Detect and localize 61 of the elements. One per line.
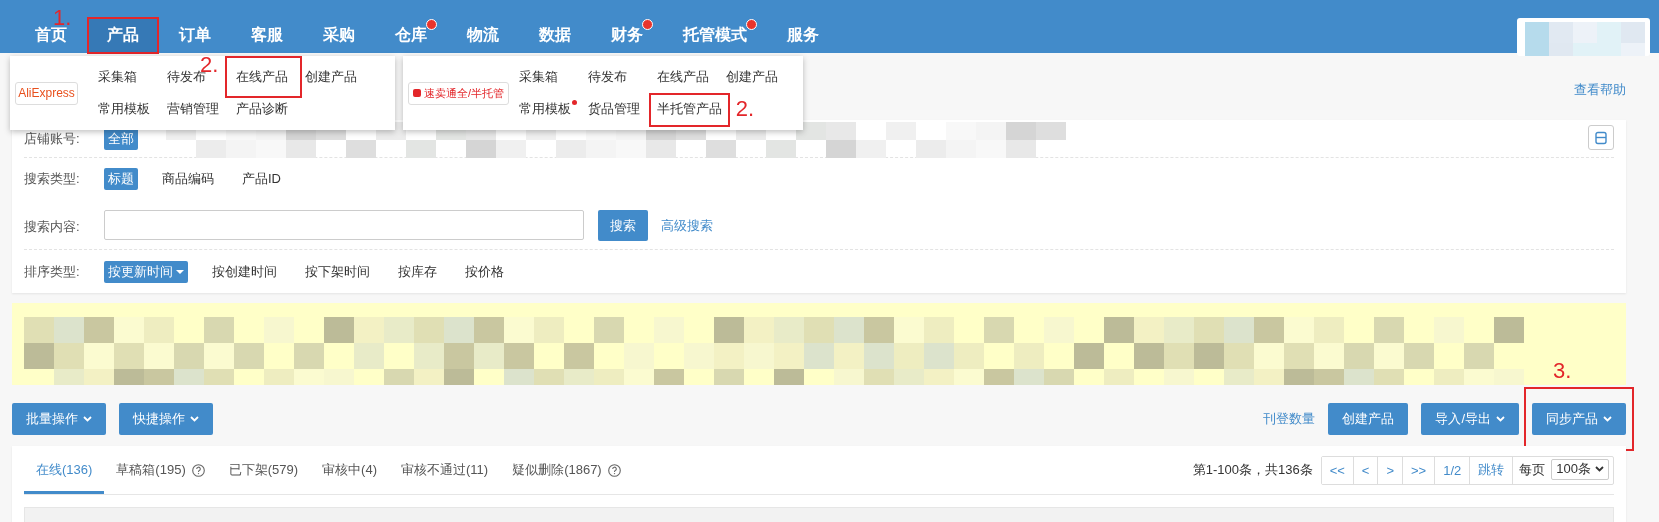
logo: 速卖通全/半托管 <box>408 81 510 105</box>
help-link[interactable]: 查看帮助 <box>1574 81 1626 99</box>
menu-item[interactable]: 常用模板 <box>519 100 572 118</box>
nav-item[interactable]: 托管模式 <box>663 17 767 53</box>
filter-option[interactable]: 产品ID <box>238 168 285 190</box>
status-tab[interactable]: 在线(136) <box>24 446 105 494</box>
filter-label: 店铺账号: <box>24 129 81 148</box>
nav-item[interactable]: 服务 <box>767 17 839 53</box>
search-field[interactable] <box>104 210 584 240</box>
menu-item[interactable]: 待发布 <box>588 68 628 86</box>
menu-item[interactable]: 产品诊断 <box>236 100 288 118</box>
page-summary: 第1-100条，共136条 <box>1192 461 1313 479</box>
search-button[interactable]: 搜索 <box>598 210 648 241</box>
nav-item[interactable]: 客服 <box>231 17 303 53</box>
annotation-number: 3. <box>1553 360 1572 382</box>
status-tab[interactable]: 审核中(4) <box>310 446 389 494</box>
nav-item[interactable]: 订单 <box>159 17 231 53</box>
chevron-down-icon <box>1595 466 1604 472</box>
filter-label: 搜索内容: <box>24 218 81 236</box>
status-tab[interactable]: 草稿箱(195) <box>104 446 217 494</box>
menu-item[interactable]: 在线产品 <box>236 68 288 86</box>
action-button[interactable]: 快捷操作 <box>119 403 213 435</box>
menu-item[interactable]: 在线产品 <box>657 68 710 86</box>
annotation-number: 2. <box>735 98 755 120</box>
status-tab[interactable]: 审核不通过(11) <box>388 446 501 494</box>
filter-label: 排序类型: <box>24 262 81 281</box>
store-icon <box>1594 130 1608 145</box>
menu-item[interactable]: 采集箱 <box>519 68 559 86</box>
nav-item[interactable]: 采购 <box>303 17 375 53</box>
per-page-label: 每页 <box>1518 461 1547 479</box>
nav-item[interactable]: 仓库 <box>375 17 447 53</box>
filter-option[interactable]: 商品编码 <box>158 168 218 190</box>
filter-option[interactable]: 按价格 <box>461 260 508 283</box>
filter-option[interactable]: 按创建时间 <box>208 260 281 283</box>
filter-option[interactable]: 按更新时间 <box>104 260 188 283</box>
nav-item[interactable]: 物流 <box>447 17 519 53</box>
menu-item[interactable]: 营销管理 <box>167 100 219 118</box>
per-page-select[interactable]: 100条 <box>1551 458 1609 480</box>
status-tab[interactable]: 已下架(579) <box>216 446 311 494</box>
action-button[interactable]: 导入/导出 <box>1421 403 1519 435</box>
action-button[interactable]: 创建产品 <box>1328 403 1409 435</box>
logo: AliExpress <box>15 81 78 105</box>
action-button[interactable]: 同步产品 <box>1532 403 1626 435</box>
nav-item[interactable]: 财务 <box>591 17 663 53</box>
pager-button[interactable]: << <box>1321 456 1354 484</box>
filter-option[interactable]: 按库存 <box>394 260 441 283</box>
nav-item[interactable]: 数据 <box>519 17 591 53</box>
store-button[interactable] <box>1588 125 1614 150</box>
filter-option[interactable]: 按下架时间 <box>301 260 374 283</box>
menu-item[interactable]: 采集箱 <box>98 68 137 86</box>
filter-option[interactable]: 标题 <box>104 168 138 190</box>
status-tab[interactable]: 疑似删除(1867) <box>500 446 633 494</box>
action-button[interactable]: 批量操作 <box>12 403 106 435</box>
menu-item[interactable]: 创建产品 <box>726 68 779 86</box>
menu-item[interactable]: 创建产品 <box>305 68 357 86</box>
menu-item[interactable]: 常用模板 <box>98 100 150 118</box>
listing-count-link[interactable]: 刊登数量 <box>1263 410 1316 428</box>
menu-item[interactable]: 货品管理 <box>588 100 641 118</box>
menu-item[interactable]: 半托管产品 <box>657 100 723 118</box>
advanced-search-link[interactable]: 高级搜索 <box>661 210 713 235</box>
filter-label: 搜索类型: <box>24 170 81 188</box>
